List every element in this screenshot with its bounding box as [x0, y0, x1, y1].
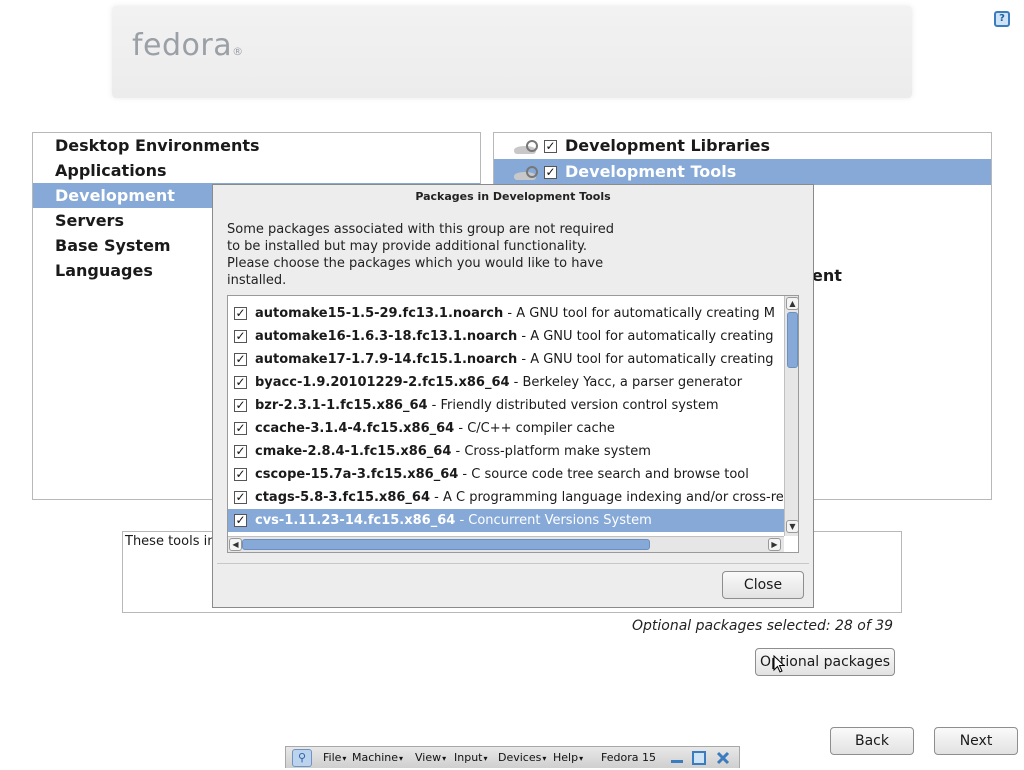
package-row[interactable]: ✓ automake15-1.5-29.fc13.1.noarch - A GNU… — [228, 302, 784, 325]
package-name: automake16-1.6.3-18.fc13.1.noarch — [255, 329, 518, 344]
package-row[interactable]: ✓ automake16-1.6.3-18.fc13.1.noarch - A G… — [228, 325, 784, 348]
package-description: A GNU tool for automatically creating M — [516, 306, 775, 321]
close-button[interactable]: Close — [722, 571, 804, 599]
package-checkbox[interactable]: ✓ — [234, 468, 247, 481]
dialog-title: Packages in Development Tools — [415, 190, 611, 203]
horizontal-scrollbar[interactable]: ◀ ▶ — [228, 536, 784, 552]
package-name: cmake-2.8.4-1.fc15.x86_64 — [255, 444, 452, 459]
package-checkbox[interactable]: ✓ — [234, 445, 247, 458]
vm-toolbar: ⚲ File Machine View Input Devices Help Fedora… — [285, 746, 740, 768]
scroll-right-icon[interactable]: ▶ — [768, 538, 781, 551]
scroll-left-icon[interactable]: ◀ — [229, 538, 242, 551]
group-label: Development Tools — [565, 162, 737, 181]
package-description: A C programming language indexing and/or… — [442, 490, 784, 505]
package-separator: - — [517, 352, 531, 367]
group-item[interactable]: ✓ Development Tools — [494, 159, 991, 185]
group-label-partial: ent — [812, 266, 842, 285]
package-description: Concurrent Versions System — [468, 513, 652, 528]
optional-packages-count: Optional packages selected: 28 of 39 — [632, 618, 894, 634]
package-checkbox[interactable]: ✓ — [234, 422, 247, 435]
horizontal-scroll-thumb[interactable] — [242, 539, 650, 550]
packages-dialog: Packages in Development Tools Some packa… — [212, 184, 814, 608]
package-checkbox[interactable]: ✓ — [234, 330, 247, 343]
package-list: ✓ automake15-1.5-29.fc13.1.noarch - A GNU… — [227, 295, 799, 553]
help-icon[interactable]: ? — [994, 11, 1010, 27]
dialog-divider — [217, 563, 809, 564]
package-separator: - — [455, 513, 469, 528]
restore-icon[interactable] — [692, 751, 706, 765]
close-vm-icon[interactable] — [716, 751, 730, 765]
dialog-message: Some packages associated with this group… — [227, 222, 614, 288]
group-item[interactable]: ✓ Development Libraries — [494, 133, 991, 159]
package-description: A GNU tool for automatically creating — [530, 329, 774, 344]
vertical-scroll-thumb[interactable] — [787, 312, 798, 368]
package-separator: - — [503, 306, 517, 321]
vm-title: Fedora 15 — [601, 751, 656, 764]
package-group-icon — [514, 139, 538, 154]
vm-menu-item[interactable]: Devices — [498, 747, 546, 770]
scroll-down-icon[interactable]: ▼ — [786, 520, 798, 533]
package-name: ctags-5.8-3.fc15.x86_64 — [255, 490, 430, 505]
minimize-icon[interactable] — [670, 751, 684, 765]
pin-icon[interactable]: ⚲ — [292, 749, 312, 767]
package-separator: - — [509, 375, 523, 390]
package-checkbox[interactable]: ✓ — [234, 514, 247, 527]
group-description-text: These tools in — [125, 534, 216, 549]
package-description: A GNU tool for automatically creating — [530, 352, 774, 367]
package-checkbox[interactable]: ✓ — [234, 353, 247, 366]
package-checkbox[interactable]: ✓ — [234, 307, 247, 320]
category-item[interactable]: Desktop Environments — [33, 133, 480, 158]
package-row[interactable]: ✓ bzr-2.3.1-1.fc15.x86_64 - Friendly dist… — [228, 394, 784, 417]
package-row[interactable]: ✓ byacc-1.9.20101229-2.fc15.x86_64 - Berk… — [228, 371, 784, 394]
package-separator: - — [451, 444, 465, 459]
scroll-up-icon[interactable]: ▲ — [786, 297, 798, 310]
vm-menu-item[interactable]: Help — [553, 747, 583, 770]
package-name: cvs-1.11.23-14.fc15.x86_64 — [255, 513, 456, 528]
package-row[interactable]: ✓ cvs-1.11.23-14.fc15.x86_64 - Concurrent… — [228, 509, 784, 532]
vm-menu-item[interactable]: Machine — [352, 747, 403, 770]
package-row[interactable]: ✓ automake17-1.7.9-14.fc15.1.noarch - A G… — [228, 348, 784, 371]
package-group-icon — [514, 165, 538, 180]
group-checkbox[interactable]: ✓ — [544, 166, 557, 179]
fedora-logo: fedora® — [132, 28, 244, 63]
vm-menu-item[interactable]: Input — [454, 747, 488, 770]
package-checkbox[interactable]: ✓ — [234, 376, 247, 389]
package-rows: ✓ automake15-1.5-29.fc13.1.noarch - A GNU… — [228, 296, 784, 536]
category-item[interactable]: Applications — [33, 158, 480, 183]
package-row[interactable]: ✓ cscope-15.7a-3.fc15.x86_64 - C source c… — [228, 463, 784, 486]
package-name: byacc-1.9.20101229-2.fc15.x86_64 — [255, 375, 510, 390]
fedora-banner: fedora® — [112, 6, 912, 98]
package-row[interactable]: ✓ cmake-2.8.4-1.fc15.x86_64 - Cross-platf… — [228, 440, 784, 463]
vm-menu-item[interactable]: File — [323, 747, 346, 770]
package-separator: - — [517, 329, 531, 344]
package-row[interactable]: ✓ ctags-5.8-3.fc15.x86_64 - A C programmi… — [228, 486, 784, 509]
vm-menu-item[interactable]: View — [415, 747, 446, 770]
package-description: Berkeley Yacc, a parser generator — [522, 375, 743, 390]
back-button[interactable]: Back — [830, 727, 914, 755]
package-name: automake15-1.5-29.fc13.1.noarch — [255, 306, 504, 321]
package-name: cscope-15.7a-3.fc15.x86_64 — [255, 467, 459, 482]
package-separator: - — [430, 490, 443, 505]
package-separator: - — [458, 467, 472, 482]
package-row[interactable]: ✓ ccache-3.1.4-4.fc15.x86_64 - C/C++ comp… — [228, 417, 784, 440]
package-checkbox[interactable]: ✓ — [234, 399, 247, 412]
package-name: automake17-1.7.9-14.fc15.1.noarch — [255, 352, 518, 367]
next-button[interactable]: Next — [934, 727, 1018, 755]
package-separator: - — [427, 398, 441, 413]
group-checkbox[interactable]: ✓ — [544, 140, 557, 153]
package-description: C/C++ compiler cache — [467, 421, 615, 436]
package-separator: - — [454, 421, 468, 436]
vertical-scrollbar[interactable]: ▲ ▼ — [784, 296, 798, 536]
package-description: Cross-platform make system — [464, 444, 651, 459]
package-name: bzr-2.3.1-1.fc15.x86_64 — [255, 398, 428, 413]
package-description: Friendly distributed version control sys… — [440, 398, 719, 413]
package-name: ccache-3.1.4-4.fc15.x86_64 — [255, 421, 455, 436]
group-label: Development Libraries — [565, 136, 771, 155]
package-checkbox[interactable]: ✓ — [234, 491, 247, 504]
package-description: C source code tree search and browse too… — [471, 467, 749, 482]
